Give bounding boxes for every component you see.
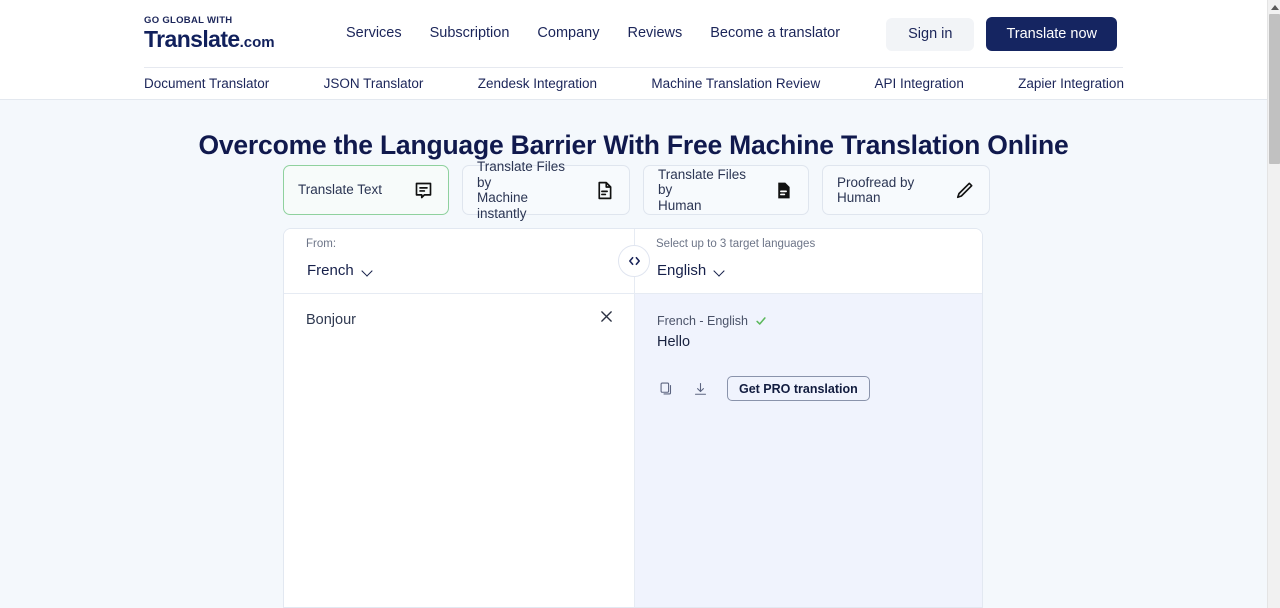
translator-widget: From: French Select up to 3 target langu…	[283, 228, 983, 608]
nav-item-become-a-translator[interactable]: Become a translator	[710, 25, 840, 41]
target-language-label: Select up to 3 target languages	[656, 238, 815, 250]
pencil-icon	[954, 180, 975, 201]
nav-item-services[interactable]: Services	[346, 25, 402, 41]
header-top-row: GO GLOBAL WITH Translate.com Services Su…	[0, 0, 1267, 68]
tab-proofread-by-human-label: Proofread by Human	[837, 175, 940, 206]
mode-tabs: Translate Text Translate Files by Machin…	[283, 165, 990, 215]
source-text-input[interactable]: Bonjour	[306, 312, 356, 328]
subnav-item-zapier-integration[interactable]: Zapier Integration	[1018, 76, 1124, 91]
site-logo[interactable]: GO GLOBAL WITH Translate.com	[144, 16, 275, 51]
header-actions: Sign in Translate now	[886, 17, 1117, 51]
close-icon[interactable]	[595, 305, 617, 327]
language-pair-label: French - English	[657, 314, 748, 328]
source-language-select[interactable]: French	[296, 255, 385, 285]
translator-body: Bonjour French - English	[284, 294, 982, 608]
tab-translate-text-label: Translate Text	[298, 182, 382, 198]
result-actions: Get PRO translation	[657, 376, 870, 401]
chevron-down-icon	[715, 267, 726, 274]
target-language-section: Select up to 3 target languages English	[634, 229, 983, 293]
subnav-item-machine-translation-review[interactable]: Machine Translation Review	[651, 76, 820, 91]
subnav-item-json-translator[interactable]: JSON Translator	[324, 76, 424, 91]
page-scrollbar[interactable]	[1267, 0, 1280, 608]
subnav-item-zendesk-integration[interactable]: Zendesk Integration	[478, 76, 597, 91]
logo-tld: .com	[240, 34, 275, 51]
tab-translate-text[interactable]: Translate Text	[283, 165, 449, 215]
logo-wordmark: Translate.com	[144, 28, 275, 51]
tab-translate-files-human-label: Translate Files by Human	[658, 167, 759, 214]
page-title: Overcome the Language Barrier With Free …	[0, 130, 1267, 161]
target-language-value: English	[657, 262, 706, 279]
source-language-section: From: French	[284, 229, 634, 293]
nav-item-company[interactable]: Company	[537, 25, 599, 41]
nav-item-reviews[interactable]: Reviews	[627, 25, 682, 41]
document-filled-icon	[773, 180, 794, 201]
translator-header-divider	[634, 229, 635, 294]
chevron-down-icon	[363, 267, 374, 274]
tab-proofread-by-human[interactable]: Proofread by Human	[822, 165, 990, 215]
get-pro-translation-button[interactable]: Get PRO translation	[727, 376, 870, 401]
target-language-select[interactable]: English	[646, 255, 737, 285]
subnav-item-document-translator[interactable]: Document Translator	[144, 76, 269, 91]
tab-translate-files-machine-label: Translate Files by Machine instantly	[477, 159, 580, 221]
scrollbar-thumb[interactable]	[1269, 14, 1280, 164]
translator-header: From: French Select up to 3 target langu…	[284, 229, 982, 294]
copy-icon[interactable]	[657, 380, 675, 398]
swap-arrows-icon	[627, 255, 642, 267]
translated-text: Hello	[657, 334, 690, 350]
header-divider	[144, 67, 1123, 68]
logo-kicker: GO GLOBAL WITH	[144, 16, 275, 26]
document-outline-icon	[594, 180, 615, 201]
subnav-item-api-integration[interactable]: API Integration	[875, 76, 964, 91]
sign-in-button[interactable]: Sign in	[886, 18, 974, 51]
tab-translate-files-human[interactable]: Translate Files by Human	[643, 165, 809, 215]
download-icon[interactable]	[691, 380, 709, 398]
translate-now-button[interactable]: Translate now	[986, 17, 1117, 51]
language-pair-row: French - English	[657, 314, 767, 328]
chat-bubble-lines-icon	[413, 180, 434, 201]
secondary-nav: Document Translator JSON Translator Zend…	[144, 76, 1124, 91]
target-text-pane: French - English Hello	[634, 294, 983, 608]
page-root: GO GLOBAL WITH Translate.com Services Su…	[0, 0, 1280, 608]
logo-name: Translate	[144, 26, 240, 52]
site-header: GO GLOBAL WITH Translate.com Services Su…	[0, 0, 1267, 100]
main-content: Overcome the Language Barrier With Free …	[0, 100, 1267, 608]
source-language-value: French	[307, 262, 354, 279]
swap-languages-button[interactable]	[618, 245, 650, 277]
source-language-label: From:	[306, 238, 336, 250]
scroll-up-arrow-icon[interactable]	[1268, 0, 1280, 14]
source-text-pane[interactable]: Bonjour	[284, 294, 634, 608]
primary-nav: Services Subscription Company Reviews Be…	[346, 25, 840, 41]
tab-translate-files-machine[interactable]: Translate Files by Machine instantly	[462, 165, 630, 215]
check-icon	[755, 315, 767, 327]
nav-item-subscription[interactable]: Subscription	[430, 25, 510, 41]
